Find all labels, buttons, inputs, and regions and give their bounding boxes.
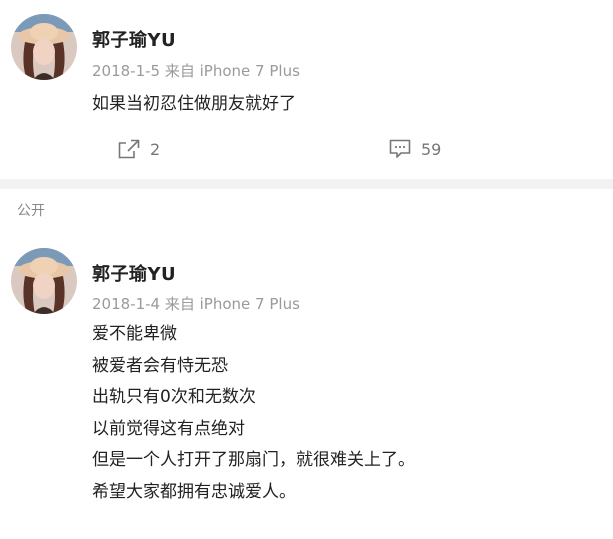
post-text-line: 希望大家都拥有忠诚爱人。 bbox=[92, 481, 296, 502]
post-text-line: 被爱者会有恃无恐 bbox=[92, 355, 228, 376]
avatar[interactable] bbox=[11, 14, 77, 80]
avatar[interactable] bbox=[11, 248, 77, 314]
visibility-label: 公开 bbox=[0, 189, 613, 235]
post-meta: 2018-1-4 来自 iPhone 7 Plus bbox=[92, 293, 300, 314]
share-button[interactable]: 2 bbox=[118, 139, 160, 159]
comment-icon bbox=[389, 139, 411, 158]
post-text-line: 以前觉得这有点绝对 bbox=[92, 418, 245, 439]
comment-button[interactable]: 59 bbox=[389, 139, 441, 159]
post-text-line: 但是一个人打开了那扇门，就很难关上了。 bbox=[92, 450, 415, 470]
post-source: 来自 iPhone 7 Plus bbox=[164, 295, 300, 313]
post-text-line: 出轨只有0次和无数次 bbox=[92, 387, 256, 407]
feed-post: 郭子瑜YU 2018-1-4 来自 iPhone 7 Plus 爱不能卑微 被爱… bbox=[0, 235, 613, 539]
post-content: 爱不能卑微 被爱者会有恃无恐 出轨只有0次和无数次 以前觉得这有点绝对 但是一个… bbox=[92, 319, 415, 508]
comment-count: 59 bbox=[421, 139, 442, 159]
post-actions: 2 59 bbox=[0, 139, 613, 163]
feed-divider bbox=[0, 179, 613, 189]
share-icon bbox=[118, 139, 140, 159]
post-date[interactable]: 2018-1-4 bbox=[92, 295, 160, 313]
username[interactable]: 郭子瑜YU bbox=[92, 26, 176, 52]
post-text-line: 爱不能卑微 bbox=[92, 324, 177, 344]
post-date[interactable]: 2018-1-5 bbox=[92, 62, 160, 80]
share-count: 2 bbox=[150, 139, 161, 159]
feed-post: 郭子瑜YU 2018-1-5 来自 iPhone 7 Plus 如果当初忍住做朋… bbox=[0, 0, 613, 179]
username[interactable]: 郭子瑜YU bbox=[92, 260, 176, 286]
post-meta: 2018-1-5 来自 iPhone 7 Plus bbox=[92, 60, 300, 81]
post-text-line: 如果当初忍住做朋友就好了 bbox=[92, 94, 296, 114]
post-source: 来自 iPhone 7 Plus bbox=[164, 62, 300, 80]
post-content: 如果当初忍住做朋友就好了 bbox=[92, 89, 296, 114]
